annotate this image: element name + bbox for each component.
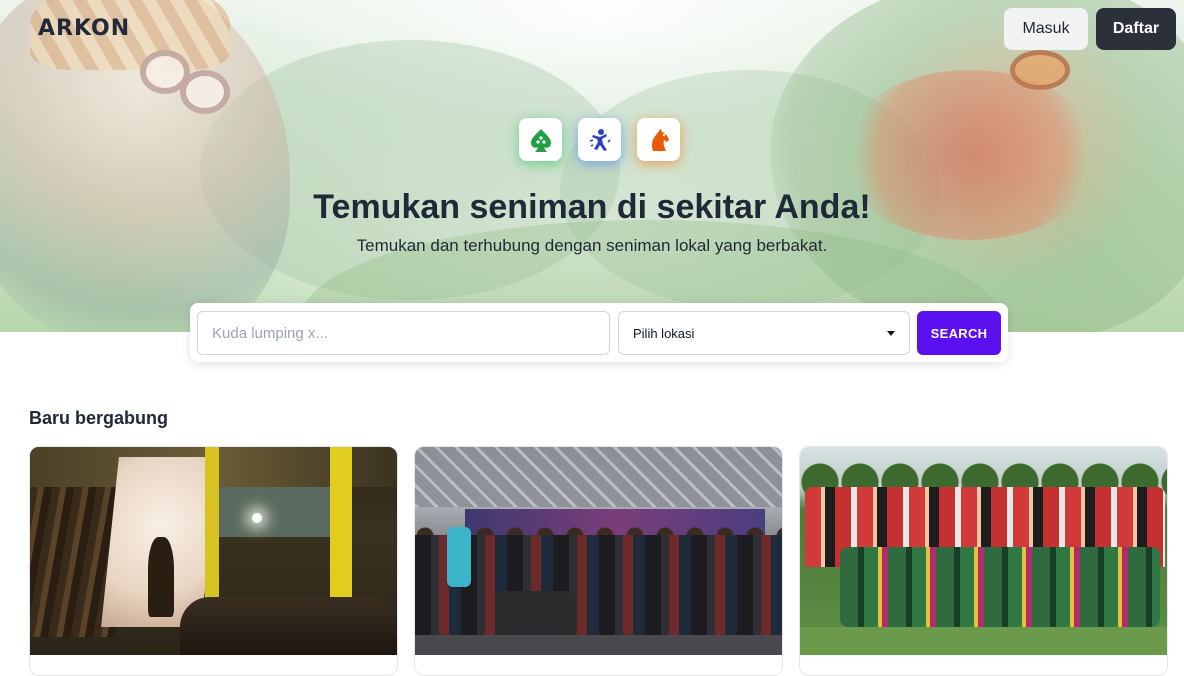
search-input[interactable] xyxy=(197,311,610,355)
photo-group-front xyxy=(840,547,1160,627)
photo-grass xyxy=(800,627,1167,655)
photo-truss xyxy=(415,447,782,507)
photo-light xyxy=(252,513,262,523)
location-select[interactable]: Pilih lokasi xyxy=(618,311,910,355)
category-button-1[interactable] xyxy=(519,118,562,161)
login-button[interactable]: Masuk xyxy=(1004,8,1088,50)
category-button-2[interactable] xyxy=(578,118,621,161)
photo-puppet xyxy=(148,537,174,617)
hero-title: Temukan seniman di sekitar Anda! xyxy=(313,188,871,226)
artist-card-image xyxy=(415,447,782,655)
search-bar: Pilih lokasi SEARCH xyxy=(190,303,1008,362)
leaf-spade-icon xyxy=(530,128,551,152)
category-button-3[interactable] xyxy=(637,118,680,161)
artist-card[interactable] xyxy=(29,446,398,676)
hero-banner: ARKON Masuk Daftar Temukan seniman di se… xyxy=(0,0,1184,332)
dancer-icon xyxy=(589,128,611,151)
section-title-recent: Baru bergabung xyxy=(29,408,169,428)
artist-card[interactable] xyxy=(799,446,1168,676)
horse-icon xyxy=(651,128,669,151)
search-button[interactable]: SEARCH xyxy=(917,311,1001,355)
location-select-value: Pilih lokasi xyxy=(633,325,695,341)
photo-people xyxy=(180,597,397,655)
photo-wall xyxy=(219,487,330,537)
photo-performer xyxy=(447,527,471,587)
hero-veil xyxy=(0,0,1184,332)
artist-card-image xyxy=(30,447,397,655)
logo[interactable]: ARKON xyxy=(38,16,130,41)
chevron-down-icon xyxy=(887,330,895,336)
photo-speaker xyxy=(495,591,575,637)
artist-card-image xyxy=(800,447,1167,655)
hero-subtitle: Temukan dan terhubung dengan seniman lok… xyxy=(356,236,828,255)
artist-card[interactable] xyxy=(414,446,783,676)
register-button[interactable]: Daftar xyxy=(1096,8,1176,50)
photo-stage xyxy=(415,635,782,655)
